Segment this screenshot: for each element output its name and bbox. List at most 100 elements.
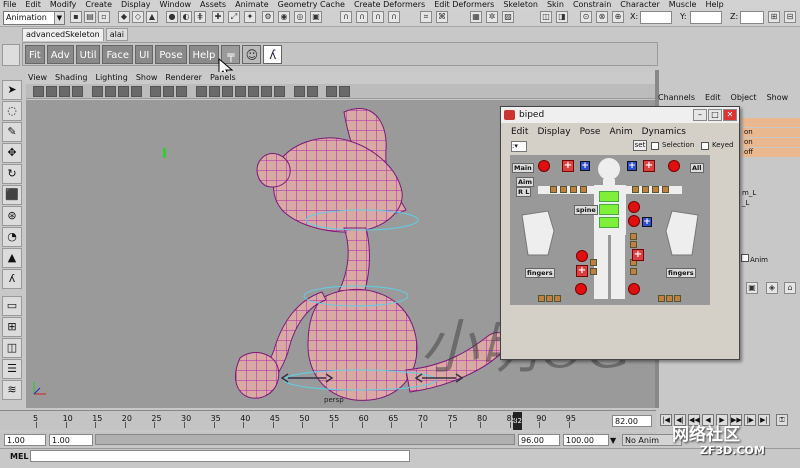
layout-graph-icon[interactable]: ≋ [2, 380, 22, 400]
render-frame-icon[interactable]: ✲ [486, 11, 498, 23]
fingers-right-button[interactable]: fingers [666, 268, 696, 278]
new-scene-icon[interactable]: ▪ [70, 11, 82, 23]
panel-menu-shading[interactable]: Shading [55, 72, 88, 84]
toe-control[interactable] [666, 295, 673, 302]
joint-tool-icon[interactable]: ʎ [263, 45, 283, 64]
layout-outliner-icon[interactable]: ☰ [2, 359, 22, 379]
biped-menu-edit[interactable]: Edit [511, 127, 528, 137]
spine-control[interactable] [599, 204, 619, 215]
toe-control[interactable] [658, 295, 665, 302]
go-to-end-icon[interactable]: ▶| [758, 414, 770, 426]
camera-icon[interactable] [72, 86, 83, 97]
channel-value[interactable]: off [742, 148, 800, 157]
menu-skin[interactable]: Skin [547, 0, 564, 9]
mask-icon[interactable]: ◐ [180, 11, 192, 23]
menu-create[interactable]: Create [85, 0, 112, 9]
snap-point-icon[interactable]: ⤢ [228, 11, 240, 23]
foot-control[interactable] [628, 283, 640, 295]
shelf-button-face[interactable]: Face [102, 45, 134, 64]
panel-menu-show[interactable]: Show [136, 72, 158, 84]
close-icon[interactable]: ✕ [723, 109, 737, 121]
fk-button[interactable]: + [627, 161, 637, 171]
snap-grid-icon[interactable]: ⋕ [194, 11, 206, 23]
go-to-start-icon[interactable]: |◀ [660, 414, 672, 426]
menu-file[interactable]: File [3, 0, 16, 9]
hud-icon[interactable] [326, 86, 337, 97]
menu-animate[interactable]: Animate [235, 0, 269, 9]
texture-icon[interactable] [222, 86, 233, 97]
xray-icon[interactable] [294, 86, 305, 97]
shelf-button-util[interactable]: Util [75, 45, 101, 64]
menu-character[interactable]: Character [620, 0, 660, 9]
animation-start-field[interactable]: 1.00 [4, 434, 46, 446]
menu-geometry-cache[interactable]: Geometry Cache [278, 0, 345, 9]
range-slider[interactable] [95, 434, 515, 445]
playback-end-field[interactable]: 96.00 [518, 434, 560, 446]
namespace-dropdown[interactable]: :▾ [511, 141, 527, 152]
magnet-icon[interactable]: ∩ [340, 11, 352, 23]
layout-two-icon[interactable]: ◫ [2, 338, 22, 358]
finger-control[interactable] [652, 186, 659, 193]
menu-help[interactable]: Help [705, 0, 723, 9]
layout-four-icon[interactable]: ⊞ [2, 317, 22, 337]
aim-button[interactable]: Aim [516, 177, 535, 187]
show-menu[interactable]: Show [767, 93, 789, 102]
rl-button[interactable]: R L [516, 187, 532, 197]
set-button[interactable]: set [633, 140, 647, 151]
last-tool-icon[interactable]: ▲ [2, 248, 22, 268]
camera-icon[interactable] [46, 86, 57, 97]
toe-control[interactable] [674, 295, 681, 302]
input-field-icon[interactable]: ◫ [540, 11, 552, 23]
y-field[interactable] [690, 11, 722, 24]
menu-modify[interactable]: Modify [50, 0, 77, 9]
select-hierarchy-icon[interactable]: ◆ [118, 11, 130, 23]
biped-menu-display[interactable]: Display [537, 127, 570, 137]
mel-label[interactable]: MEL [10, 452, 29, 461]
shadow-icon[interactable] [261, 86, 272, 97]
select-component-icon[interactable]: ▲ [146, 11, 158, 23]
step-forward-icon[interactable]: |▶ [744, 414, 756, 426]
shelf-button-fit[interactable]: Fit [25, 45, 45, 64]
main-control-button[interactable] [538, 160, 550, 172]
maximize-icon[interactable]: □ [708, 109, 722, 121]
grid-icon[interactable] [131, 86, 142, 97]
isolate-icon[interactable] [274, 86, 285, 97]
grid-icon[interactable] [118, 86, 129, 97]
input-field-icon[interactable]: ◨ [556, 11, 568, 23]
key-icon[interactable]: ⚿ [776, 414, 788, 426]
shelf-button-adv[interactable]: Adv [46, 45, 74, 64]
light-icon[interactable] [248, 86, 259, 97]
leg-control[interactable] [630, 268, 637, 275]
fingers-left-button[interactable]: fingers [525, 268, 555, 278]
shelf-menu-button[interactable] [2, 44, 20, 66]
leg-control[interactable] [630, 233, 637, 240]
menu-window[interactable]: Window [160, 0, 192, 9]
anim-checkbox[interactable] [741, 254, 749, 262]
layer-icon[interactable]: ⌂ [784, 282, 796, 294]
biped-menu-pose[interactable]: Pose [580, 127, 601, 137]
scale-tool-icon[interactable]: ⬛ [2, 185, 22, 205]
biped-menu-anim[interactable]: Anim [609, 127, 632, 137]
wireframe-icon[interactable] [196, 86, 207, 97]
shading-icon[interactable] [150, 86, 161, 97]
menu-edit-deformers[interactable]: Edit Deformers [434, 0, 494, 9]
chevron-down-icon[interactable]: ▼ [54, 12, 64, 24]
keyed-checkbox[interactable] [701, 142, 709, 150]
render-globals-icon[interactable]: ▨ [502, 11, 514, 23]
hud-icon[interactable] [339, 86, 350, 97]
ik-fk-switch-button[interactable]: + [562, 160, 574, 172]
face-icon[interactable]: ☺ [242, 45, 262, 64]
snap-plane-icon[interactable]: ✦ [244, 11, 256, 23]
lights-icon[interactable] [235, 86, 246, 97]
magnet-icon[interactable]: ∩ [388, 11, 400, 23]
render-settings-icon[interactable]: ▣ [310, 11, 322, 23]
current-frame-field[interactable]: 82.00 [612, 415, 652, 427]
grid-icon[interactable] [105, 86, 116, 97]
finger-control[interactable] [560, 186, 567, 193]
menu-muscle[interactable]: Muscle [669, 0, 697, 9]
menu-constrain[interactable]: Constrain [573, 0, 611, 9]
snap-curve-icon[interactable]: ✚ [212, 11, 224, 23]
anim-layer-dropdown-arrow[interactable]: ▼ [610, 436, 616, 445]
toggle-panel-icon[interactable]: ⊞ [768, 11, 780, 23]
transform-icon[interactable]: ⊕ [612, 11, 624, 23]
